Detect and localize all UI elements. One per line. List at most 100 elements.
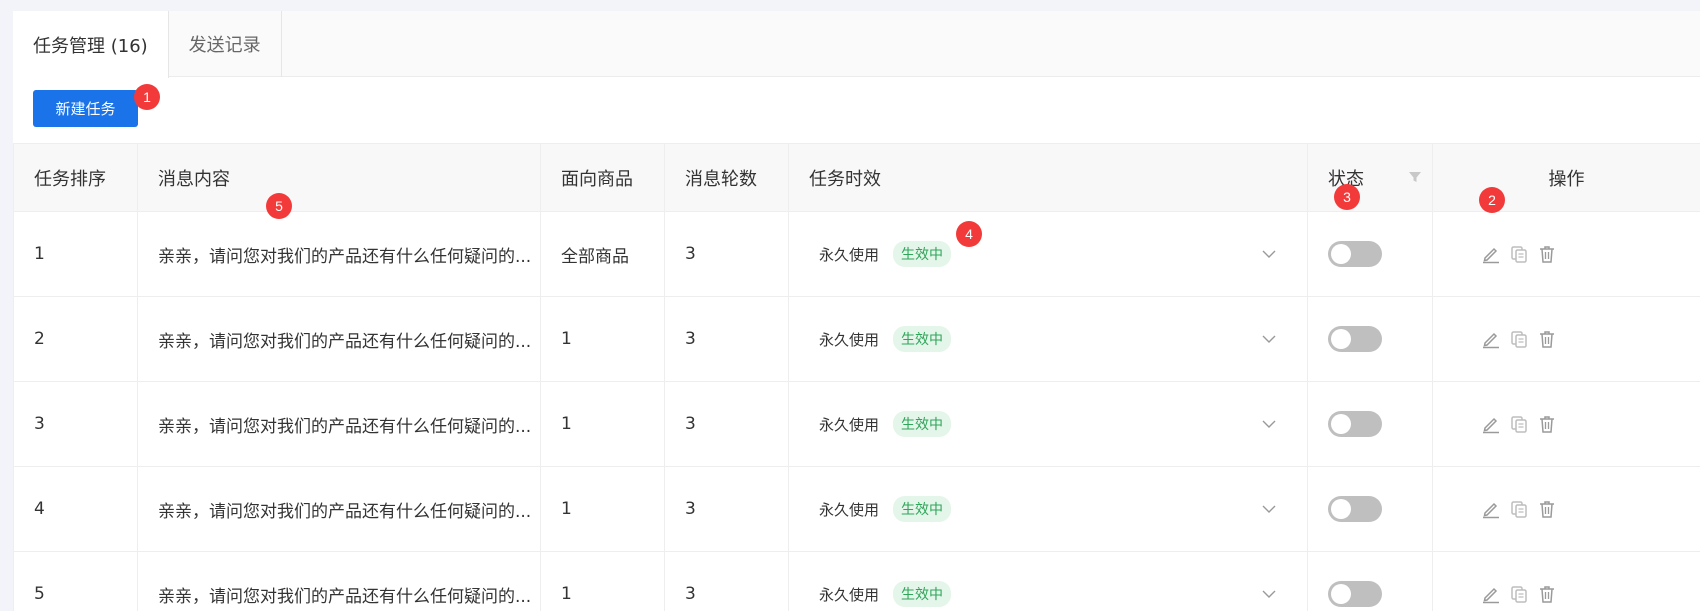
chevron-down-icon[interactable] xyxy=(1261,246,1277,262)
cell-content: 亲亲，请问您对我们的产品还有什么任何疑问的... xyxy=(137,211,541,297)
copy-icon[interactable] xyxy=(1509,414,1529,434)
cell-content: 亲亲，请问您对我们的产品还有什么任何疑问的... xyxy=(137,551,541,611)
marker-4: 4 xyxy=(956,221,982,247)
validity-select[interactable]: 永久使用 生效中 xyxy=(809,468,1307,551)
header-content: 消息内容 xyxy=(137,143,541,212)
filter-icon[interactable] xyxy=(1408,170,1422,184)
cell-validity: 永久使用 生效中 xyxy=(788,551,1308,611)
cell-order: 5 xyxy=(13,551,138,611)
marker-1: 1 xyxy=(134,84,160,110)
tab-task-management[interactable]: 任务管理 (16) xyxy=(13,11,169,78)
cell-status xyxy=(1307,381,1433,467)
header-rounds: 消息轮数 xyxy=(664,143,789,212)
status-badge: 生效中 xyxy=(893,241,952,267)
header-status: 状态 xyxy=(1307,143,1433,212)
status-toggle[interactable] xyxy=(1328,496,1382,522)
cell-status xyxy=(1307,296,1433,382)
cell-rounds: 3 xyxy=(664,466,789,552)
trash-icon[interactable] xyxy=(1537,584,1557,604)
cell-order: 2 xyxy=(13,296,138,382)
cell-validity: 永久使用 生效中 xyxy=(788,381,1308,467)
validity-select[interactable]: 永久使用 生效中 xyxy=(809,213,1307,296)
marker-5: 5 xyxy=(266,193,292,219)
cell-rounds: 3 xyxy=(664,551,789,611)
cell-rounds: 3 xyxy=(664,211,789,297)
task-table: 任务排序 消息内容 面向商品 消息轮数 任务时效 状态 操作 1 亲亲，请问您对… xyxy=(13,143,1700,611)
tab-send-records[interactable]: 发送记录 xyxy=(169,11,282,77)
header-order: 任务排序 xyxy=(13,143,138,212)
chevron-down-icon[interactable] xyxy=(1261,586,1277,602)
toggle-knob xyxy=(1331,584,1351,604)
cell-validity: 永久使用 生效中 xyxy=(788,466,1308,552)
row-actions xyxy=(1453,584,1700,604)
table-row: 3 亲亲，请问您对我们的产品还有什么任何疑问的... 1 3 永久使用 生效中 xyxy=(13,381,1700,467)
row-actions xyxy=(1453,329,1700,349)
edit-icon[interactable] xyxy=(1481,584,1501,604)
marker-3: 3 xyxy=(1334,184,1360,210)
cell-order: 1 xyxy=(13,211,138,297)
copy-icon[interactable] xyxy=(1509,244,1529,264)
cell-content: 亲亲，请问您对我们的产品还有什么任何疑问的... xyxy=(137,381,541,467)
cell-actions xyxy=(1432,381,1700,467)
status-toggle[interactable] xyxy=(1328,241,1382,267)
trash-icon[interactable] xyxy=(1537,499,1557,519)
cell-product: 全部商品 xyxy=(540,211,665,297)
cell-order: 3 xyxy=(13,381,138,467)
validity-select[interactable]: 永久使用 生效中 xyxy=(809,383,1307,466)
trash-icon[interactable] xyxy=(1537,414,1557,434)
cell-product: 1 xyxy=(540,381,665,467)
trash-icon[interactable] xyxy=(1537,329,1557,349)
chevron-down-icon[interactable] xyxy=(1261,331,1277,347)
status-badge: 生效中 xyxy=(893,411,952,437)
task-panel: 任务管理 (16) 发送记录 新建任务 任务排序 消息内容 面向商品 消息轮数 … xyxy=(13,11,1700,611)
cell-status xyxy=(1307,211,1433,297)
toggle-knob xyxy=(1331,244,1351,264)
cell-order: 4 xyxy=(13,466,138,552)
edit-icon[interactable] xyxy=(1481,244,1501,264)
copy-icon[interactable] xyxy=(1509,329,1529,349)
toggle-knob xyxy=(1331,329,1351,349)
edit-icon[interactable] xyxy=(1481,414,1501,434)
toggle-knob xyxy=(1331,499,1351,519)
toolbar: 新建任务 xyxy=(13,77,1700,143)
status-badge: 生效中 xyxy=(893,326,952,352)
edit-icon[interactable] xyxy=(1481,499,1501,519)
toggle-knob xyxy=(1331,414,1351,434)
validity-label: 永久使用 xyxy=(819,245,880,264)
cell-content: 亲亲，请问您对我们的产品还有什么任何疑问的... xyxy=(137,466,541,552)
cell-rounds: 3 xyxy=(664,296,789,382)
status-toggle[interactable] xyxy=(1328,411,1382,437)
table-row: 5 亲亲，请问您对我们的产品还有什么任何疑问的... 1 3 永久使用 生效中 xyxy=(13,551,1700,611)
header-validity: 任务时效 xyxy=(788,143,1308,212)
copy-icon[interactable] xyxy=(1509,584,1529,604)
status-toggle[interactable] xyxy=(1328,581,1382,607)
chevron-down-icon[interactable] xyxy=(1261,501,1277,517)
header-actions: 操作 xyxy=(1432,143,1700,212)
cell-actions xyxy=(1432,466,1700,552)
cell-rounds: 3 xyxy=(664,381,789,467)
new-task-button[interactable]: 新建任务 xyxy=(33,90,138,127)
edit-icon[interactable] xyxy=(1481,329,1501,349)
validity-select[interactable]: 永久使用 生效中 xyxy=(809,553,1307,611)
cell-actions xyxy=(1432,296,1700,382)
status-toggle[interactable] xyxy=(1328,326,1382,352)
cell-actions xyxy=(1432,551,1700,611)
cell-product: 1 xyxy=(540,551,665,611)
table-row: 1 亲亲，请问您对我们的产品还有什么任何疑问的... 全部商品 3 永久使用 生… xyxy=(13,211,1700,297)
copy-icon[interactable] xyxy=(1509,499,1529,519)
validity-label: 永久使用 xyxy=(819,585,880,604)
chevron-down-icon[interactable] xyxy=(1261,416,1277,432)
trash-icon[interactable] xyxy=(1537,244,1557,264)
cell-validity: 永久使用 生效中 xyxy=(788,211,1308,297)
status-badge: 生效中 xyxy=(893,581,952,607)
row-actions xyxy=(1453,244,1700,264)
marker-2: 2 xyxy=(1479,187,1505,213)
validity-label: 永久使用 xyxy=(819,500,880,519)
cell-product: 1 xyxy=(540,466,665,552)
cell-status xyxy=(1307,466,1433,552)
row-actions xyxy=(1453,499,1700,519)
table-row: 2 亲亲，请问您对我们的产品还有什么任何疑问的... 1 3 永久使用 生效中 xyxy=(13,296,1700,382)
validity-select[interactable]: 永久使用 生效中 xyxy=(809,298,1307,381)
cell-content: 亲亲，请问您对我们的产品还有什么任何疑问的... xyxy=(137,296,541,382)
table-row: 4 亲亲，请问您对我们的产品还有什么任何疑问的... 1 3 永久使用 生效中 xyxy=(13,466,1700,552)
